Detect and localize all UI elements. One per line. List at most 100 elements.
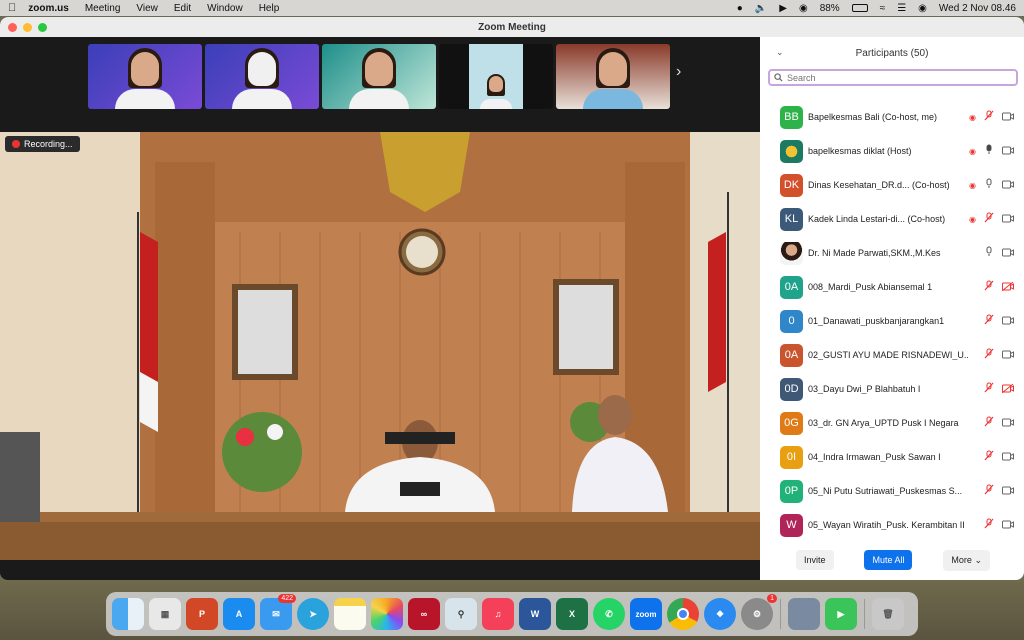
menu-meeting[interactable]: Meeting [85, 3, 121, 14]
participant-row[interactable]: 0I 04_Indra Irmawan_Pusk Sawan I [760, 440, 1024, 474]
search-input[interactable] [787, 72, 1007, 83]
clock[interactable]: Wed 2 Nov 08.46 [939, 3, 1016, 14]
app-store-icon[interactable]: A [223, 598, 255, 630]
participant-thumbnail[interactable] [556, 44, 670, 109]
more-button[interactable]: More ⌄ [943, 549, 990, 571]
play-icon[interactable]: ▶ [779, 3, 787, 14]
participant-row[interactable]: 0D 03_Dayu Dwi_P Blahbatuh I [760, 372, 1024, 406]
participant-name: 04_Indra Irmawan_Pusk Sawan I [808, 452, 941, 462]
music-icon[interactable]: ♫ [482, 598, 514, 630]
participant-row[interactable]: KL Kadek Linda Lestari-di... (Co-host) ◉ [760, 202, 1024, 236]
mic-muted-icon[interactable] [984, 448, 994, 466]
maximize-button[interactable] [38, 22, 47, 32]
chrome-icon[interactable] [667, 598, 699, 630]
mic-muted-icon[interactable] [984, 312, 994, 330]
participant-row[interactable]: 0 01_Danawati_puskbanjarangkan1 [760, 304, 1024, 338]
main-video[interactable]: Recording... [0, 132, 760, 560]
preview-icon[interactable]: ⚲ [445, 598, 477, 630]
close-button[interactable] [8, 22, 17, 32]
video-icon[interactable] [1002, 176, 1014, 194]
mic-muted-icon[interactable] [984, 516, 994, 534]
battery-percent: 88% [819, 2, 840, 14]
mic-icon[interactable] [984, 244, 994, 262]
siri-icon[interactable]: ◉ [918, 3, 927, 14]
participant-row[interactable]: Dr. Ni Made Parwati,SKM.,M.Kes [760, 236, 1024, 270]
photos-icon[interactable] [371, 598, 403, 630]
finder-icon[interactable] [112, 598, 144, 630]
word-icon[interactable]: W [519, 598, 551, 630]
mic-status-icon[interactable]: ◉ [799, 3, 808, 14]
mic-muted-icon[interactable] [984, 346, 994, 364]
participant-thumbnail[interactable] [439, 44, 553, 109]
video-icon[interactable] [1002, 346, 1014, 364]
mic-muted-icon[interactable] [984, 278, 994, 296]
video-icon[interactable] [1002, 516, 1014, 534]
participant-thumbnail[interactable] [205, 44, 319, 109]
mic-muted-icon[interactable] [984, 210, 994, 228]
video-icon[interactable] [1002, 244, 1014, 262]
search-icon [774, 73, 783, 82]
video-icon[interactable] [1002, 210, 1014, 228]
chevron-right-icon[interactable]: › [676, 63, 681, 81]
recording-indicator[interactable]: Recording... [5, 136, 80, 152]
search-box[interactable] [768, 69, 1018, 86]
mic-muted-icon[interactable] [984, 482, 994, 500]
video-icon[interactable] [1002, 312, 1014, 330]
mic-icon[interactable] [984, 142, 994, 160]
mail-icon[interactable]: ✉ 422 [260, 594, 296, 630]
control-center-icon[interactable]: ☰ [897, 3, 906, 14]
powerpoint-icon[interactable]: P [186, 598, 218, 630]
menu-help[interactable]: Help [259, 3, 280, 14]
participant-row[interactable]: 0A 02_GUSTI AYU MADE RISNADEWI_U... [760, 338, 1024, 372]
participant-row[interactable]: 0G 03_dr. GN Arya_UPTD Pusk I Negara [760, 406, 1024, 440]
participants-header: Participants (50) [855, 47, 929, 59]
facetime-icon[interactable]: ▶ [825, 598, 857, 630]
mic-muted-icon[interactable] [984, 380, 994, 398]
video-muted-icon[interactable] [1001, 278, 1014, 296]
avatar-logo [780, 139, 803, 163]
menu-edit[interactable]: Edit [174, 3, 191, 14]
minimize-button[interactable] [23, 22, 32, 32]
mendeley-icon[interactable]: ∞ [408, 598, 440, 630]
participant-row[interactable]: 0A 008_Mardi_Pusk Abiansemal 1 [760, 270, 1024, 304]
menu-window[interactable]: Window [207, 3, 243, 14]
zoom-status-icon[interactable]: ● [737, 3, 743, 14]
mute-all-button[interactable]: Mute All [864, 550, 913, 570]
collapse-chevron-icon[interactable]: ⌄ [776, 47, 784, 58]
menu-app-name[interactable]: zoom.us [28, 3, 69, 14]
mic-icon[interactable] [984, 176, 994, 194]
participant-row[interactable]: 0P 05_Ni Putu Sutriawati_Puskesmas S... [760, 474, 1024, 508]
participant-name: 03_dr. GN Arya_UPTD Pusk I Negara [808, 418, 959, 428]
screenshot-window-icon[interactable] [788, 598, 820, 630]
participant-thumbnail[interactable] [88, 44, 202, 109]
excel-icon[interactable]: X [556, 598, 588, 630]
video-icon[interactable] [1002, 108, 1014, 126]
notes-icon[interactable] [334, 598, 366, 630]
invite-button[interactable]: Invite [796, 550, 834, 570]
battery-icon[interactable] [851, 4, 868, 12]
wifi-icon[interactable]: ≈ [880, 3, 886, 14]
trash-icon[interactable]: 🗑 [872, 598, 904, 630]
launchpad-icon[interactable]: ▦ [149, 598, 181, 630]
participant-row[interactable]: W 05_Wayan Wiratih_Pusk. Kerambitan II [760, 508, 1024, 542]
video-icon[interactable] [1002, 482, 1014, 500]
video-icon[interactable] [1002, 448, 1014, 466]
participant-row[interactable]: DK Dinas Kesehatan_DR.d... (Co-host) ◉ [760, 168, 1024, 202]
mic-muted-icon[interactable] [984, 414, 994, 432]
participant-row[interactable]: BB Bapelkesmas Bali (Co-host, me) ◉ [760, 100, 1024, 134]
menu-view[interactable]: View [136, 3, 158, 14]
video-muted-icon[interactable] [1001, 380, 1014, 398]
apple-menu-icon[interactable]:  [8, 2, 16, 14]
participants-footer: Invite Mute All More ⌄ [760, 540, 1024, 580]
participant-thumbnail[interactable] [322, 44, 436, 109]
zoom-icon[interactable]: zoom [630, 598, 662, 630]
volume-icon[interactable]: 🔈 [755, 3, 767, 14]
video-icon[interactable] [1002, 414, 1014, 432]
telegram-icon[interactable]: ➤ [297, 598, 329, 630]
safari-icon[interactable]: ❖ [704, 598, 736, 630]
video-icon[interactable] [1002, 142, 1014, 160]
mic-muted-icon[interactable] [984, 108, 994, 126]
participant-row[interactable]: bapelkesmas diklat (Host) ◉ [760, 134, 1024, 168]
whatsapp-icon[interactable]: ✆ [593, 598, 625, 630]
system-settings-icon[interactable]: ⚙ 1 [741, 594, 777, 630]
